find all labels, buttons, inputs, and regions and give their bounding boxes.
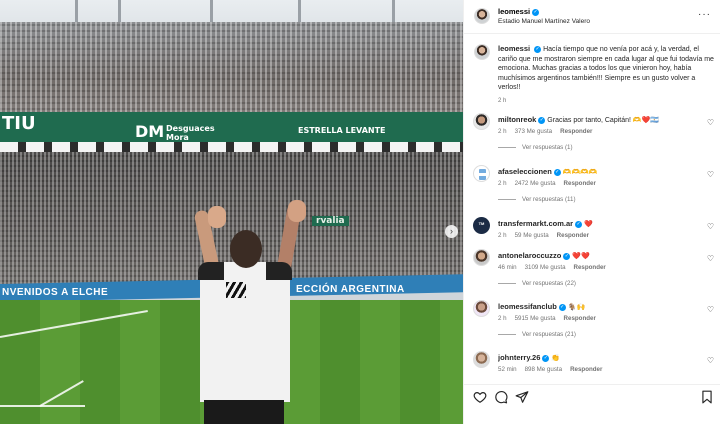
author-username[interactable]: leomessi [498, 7, 530, 16]
stadium-sign: rvalia [312, 216, 349, 226]
comment-likes[interactable]: 373 Me gusta [515, 128, 553, 135]
comment-icon[interactable] [494, 390, 508, 404]
verified-badge-icon: ✓ [563, 252, 571, 260]
comment-text: ❤️ [584, 221, 593, 228]
reply-button[interactable]: Responder [557, 232, 589, 239]
heart-icon[interactable] [473, 390, 487, 404]
view-replies-button[interactable]: Ver respuestas (1) [498, 144, 573, 151]
stadium-banner [0, 112, 463, 142]
post-location[interactable]: Estadio Manuel Martínez Valero [498, 18, 590, 25]
comment-item: antonelaroccuzzo ✓ ❤️❤️ 46 min 3109 Me gus… [464, 248, 720, 300]
comment-time: 2 h [498, 180, 507, 187]
reply-button[interactable]: Responder [570, 366, 602, 373]
avatar[interactable] [473, 300, 490, 317]
view-replies-button[interactable]: Ver respuestas (11) [498, 196, 576, 203]
view-replies-button[interactable]: Ver respuestas (21) [498, 331, 576, 338]
verified-badge-icon: ✓ [553, 168, 561, 176]
comment-text: 🐐🙌 [567, 304, 586, 311]
comment-username[interactable]: johnterry.26 [498, 353, 540, 362]
board-text-left: NVENIDOS A ELCHE [2, 287, 109, 298]
view-replies-label: Ver respuestas (1) [522, 144, 573, 151]
heart-icon[interactable]: ♡ [707, 170, 714, 179]
caption-text: Hacía tiempo que no venía por acá y, la … [498, 46, 714, 92]
banner-sponsor-2: Mora [166, 133, 189, 142]
view-replies-label: Ver respuestas (22) [522, 280, 576, 287]
avatar[interactable] [474, 44, 490, 60]
reply-button[interactable]: Responder [560, 128, 592, 135]
comment-likes[interactable]: 5915 Me gusta [515, 315, 556, 322]
heart-icon[interactable]: ♡ [707, 118, 714, 127]
view-replies-button[interactable]: Ver respuestas (22) [498, 280, 576, 287]
bookmark-icon[interactable] [700, 390, 714, 404]
banner-estrella: ESTRELLA LEVANTE [298, 126, 386, 135]
comment-username[interactable]: antonelaroccuzzo [498, 251, 561, 260]
avatar[interactable] [473, 351, 490, 368]
action-bar [464, 384, 720, 424]
avatar[interactable] [473, 165, 490, 182]
afa-crest-icon [479, 169, 486, 180]
heart-icon[interactable]: ♡ [707, 222, 714, 231]
comment-likes[interactable]: 59 Me gusta [515, 232, 549, 239]
comment-time: 2 h [498, 232, 507, 239]
share-icon[interactable] [515, 390, 529, 404]
comment-likes[interactable]: 2472 Me gusta [515, 180, 556, 187]
comment-time: 52 min [498, 366, 517, 373]
verified-badge-icon: ✓ [542, 354, 550, 362]
verified-badge-icon: ✓ [558, 303, 566, 311]
heart-icon[interactable]: ♡ [707, 305, 714, 314]
comment-likes[interactable]: 3109 Me gusta [525, 264, 566, 271]
comment-time: 2 h [498, 315, 507, 322]
comment-text: 👏 [551, 355, 561, 362]
player-figure [190, 200, 310, 424]
verified-badge-icon: ✓ [534, 45, 542, 53]
verified-badge-icon: ✓ [538, 116, 546, 124]
post-caption: leomessi ✓ Hacía tiempo que no venía por … [498, 44, 718, 107]
chevron-right-icon[interactable]: › [445, 225, 458, 238]
comment-text: 🫶🫶🫶🫶 [562, 169, 598, 176]
view-replies-label: Ver respuestas (21) [522, 331, 576, 338]
verified-badge-icon: ✓ [532, 8, 540, 16]
more-icon[interactable]: ··· [698, 9, 711, 20]
verified-badge-icon: ✓ [575, 220, 583, 228]
reply-button[interactable]: Responder [564, 180, 596, 187]
caption-time: 2 h [498, 97, 507, 104]
post-header: leomessi ✓ Estadio Manuel Martínez Valero… [464, 0, 720, 34]
stand-railing [0, 142, 463, 152]
caption-username[interactable]: leomessi [498, 44, 530, 53]
comment-username[interactable]: miltonreok [498, 115, 536, 124]
transfermarkt-logo-icon[interactable]: TM [473, 217, 490, 234]
reply-button[interactable]: Responder [574, 264, 606, 271]
post-photo: TIU DM Desguaces Mora ESTRELLA LEVANTE r… [0, 0, 463, 424]
view-replies-label: Ver respuestas (11) [522, 196, 576, 203]
comment-item: leomessifanclub ✓ 🐐🙌 2 h 5915 Me gusta Resp… [464, 299, 720, 351]
banner-text-left: TIU [2, 113, 36, 134]
heart-icon[interactable]: ♡ [707, 356, 714, 365]
comment-username[interactable]: leomessifanclub [498, 302, 557, 311]
comment-username[interactable]: afaseleccionen [498, 167, 552, 176]
board-text-right: ECCIÓN ARGENTINA [296, 284, 405, 295]
reply-button[interactable]: Responder [564, 315, 596, 322]
upper-stand-crowd [0, 22, 463, 122]
avatar[interactable] [473, 113, 490, 130]
comment-likes[interactable]: 898 Me gusta [525, 366, 563, 373]
comment-time: 46 min [498, 264, 517, 271]
post-sidebar: leomessi ✓ Estadio Manuel Martínez Valero… [463, 0, 720, 424]
banner-sponsor: Desguaces [166, 124, 215, 133]
avatar[interactable] [474, 8, 490, 24]
comment-item: miltonreok ✓ Gracias por tanto, Capitán! … [464, 112, 720, 164]
banner-dm-logo: DM [135, 122, 165, 141]
comment-text: ❤️❤️ [572, 253, 590, 260]
comment-item: afaseleccionen ✓ 🫶🫶🫶🫶 2 h 2472 Me gusta Res… [464, 164, 720, 216]
comment-text: Gracias por tanto, Capitán! 🫶❤️🇦🇷 [547, 117, 660, 124]
avatar[interactable] [473, 249, 490, 266]
comment-username[interactable]: transfermarkt.com.ar [498, 219, 573, 228]
comment-time: 2 h [498, 128, 507, 135]
heart-icon[interactable]: ♡ [707, 254, 714, 263]
